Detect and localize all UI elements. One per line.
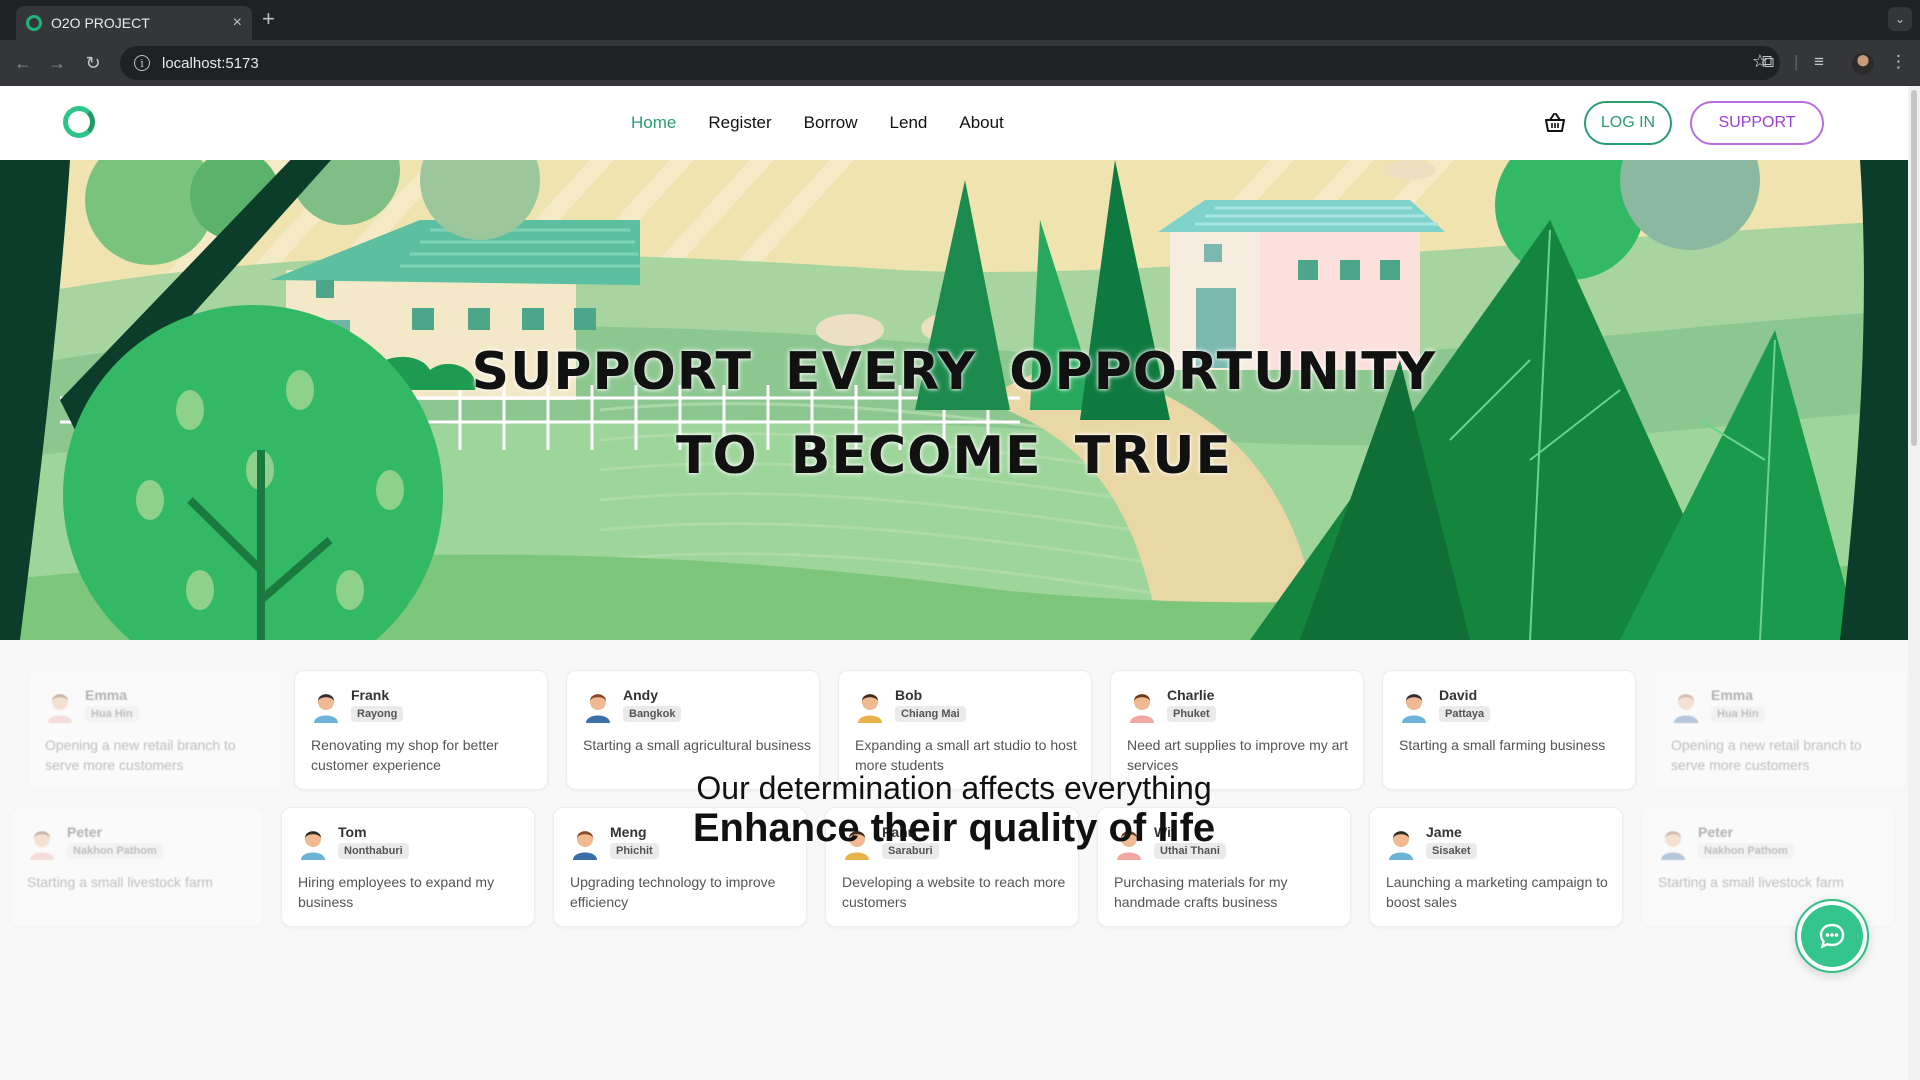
scrollbar-thumb[interactable] xyxy=(1911,90,1917,446)
nav-lend[interactable]: Lend xyxy=(890,113,928,133)
borrower-location-badge: Hua Hin xyxy=(1711,706,1765,722)
nav-home[interactable]: Home xyxy=(631,113,676,133)
person-avatar-icon xyxy=(586,694,610,723)
borrower-location-badge: Pattaya xyxy=(1439,706,1491,722)
borrower-purpose: Launching a marketing campaign to boost … xyxy=(1386,874,1608,910)
borrower-purpose: Upgrading technology to improve efficien… xyxy=(570,874,776,910)
borrower-name: Andy xyxy=(623,687,658,703)
borrower-name: David xyxy=(1439,687,1478,703)
tab-search-chevron-icon[interactable]: ⌄ xyxy=(1888,7,1912,31)
address-bar[interactable]: i localhost:5173 ☆ xyxy=(120,46,1780,80)
person-avatar-icon xyxy=(48,694,72,723)
profile-avatar[interactable] xyxy=(1852,53,1874,75)
borrower-purpose: Developing a website to reach more custo… xyxy=(842,874,1066,910)
tab-close-icon[interactable]: × xyxy=(233,14,242,32)
borrower-purpose: Purchasing materials for my handmade cra… xyxy=(1114,874,1288,910)
browser-tab-strip: O2O PROJECT × + ⌄ xyxy=(0,0,1920,40)
borrower-name: Frank xyxy=(351,687,390,703)
page-scrollbar[interactable] xyxy=(1908,86,1920,1080)
hero-line-1: SUPPORT EVERY OPPORTUNITY xyxy=(471,342,1437,402)
borrower-location-badge: Rayong xyxy=(351,706,404,722)
person-avatar-icon xyxy=(1130,694,1154,723)
support-button[interactable]: SUPPORT xyxy=(1690,101,1824,145)
borrower-name: Emma xyxy=(1711,687,1754,703)
extensions-icon[interactable]: ⧉ xyxy=(1762,52,1774,72)
basket-icon[interactable] xyxy=(1544,113,1566,133)
hero-banner: SUPPORT EVERY OPPORTUNITY TO BECOME TRUE xyxy=(0,160,1908,640)
borrower-purpose: Starting a small farming business xyxy=(1399,737,1606,753)
borrower-location-badge: Bangkok xyxy=(623,706,682,722)
chat-button[interactable] xyxy=(1795,899,1869,973)
site-logo-icon[interactable] xyxy=(63,106,95,138)
tagline-quality-of-life: Enhance their quality of life xyxy=(692,806,1216,850)
login-button[interactable]: LOG IN xyxy=(1584,101,1672,145)
browser-menu-icon[interactable]: ⋮ xyxy=(1890,52,1907,72)
person-avatar-icon xyxy=(314,694,338,723)
browser-toolbar: ← → ↻ i localhost:5173 ☆ ⧉ | ≡ ⋮ xyxy=(0,40,1920,86)
person-avatar-icon xyxy=(858,694,882,723)
borrower-location-badge: Hua Hin xyxy=(85,706,139,722)
hero-headline: SUPPORT EVERY OPPORTUNITY TO BECOME TRUE xyxy=(0,330,1908,498)
borrower-name: Bob xyxy=(895,687,923,703)
url-text: localhost:5173 xyxy=(162,54,259,72)
browser-tab[interactable]: O2O PROJECT × xyxy=(16,6,252,40)
borrower-location-badge: Chiang Mai xyxy=(895,706,966,722)
borrower-purpose: Need art supplies to improve my art serv… xyxy=(1127,737,1348,773)
media-control-icon[interactable]: ≡ xyxy=(1814,52,1824,72)
hero-line-2: TO BECOME TRUE xyxy=(676,426,1232,486)
borrower-purpose: Starting a small livestock farm xyxy=(27,874,213,890)
borrower-purpose: Starting a small agricultural business xyxy=(583,737,811,753)
site-info-icon[interactable]: i xyxy=(134,55,150,71)
borrower-purpose: Opening a new retail branch to serve mor… xyxy=(45,737,236,773)
chat-bubble-icon xyxy=(1801,905,1863,967)
nav-about[interactable]: About xyxy=(959,113,1003,133)
borrower-purpose: Hiring employees to expand my business xyxy=(298,874,495,910)
borrower-purpose: Starting a small livestock farm xyxy=(1658,874,1844,890)
back-arrow-icon[interactable]: ← xyxy=(10,50,36,76)
main-nav: Home Register Borrow Lend About xyxy=(631,86,1004,160)
borrower-cards-section: Emma Hua Hin Opening a new retail branch t… xyxy=(0,640,1908,1080)
new-tab-button[interactable]: + xyxy=(262,6,275,32)
toolbar-divider: | xyxy=(1794,52,1799,71)
tab-title: O2O PROJECT xyxy=(51,15,150,31)
tagline-determination: Our determination affects everything xyxy=(696,770,1212,806)
borrower-location-badge: Phuket xyxy=(1167,706,1216,722)
forward-arrow-icon[interactable]: → xyxy=(44,50,70,76)
person-avatar-icon xyxy=(1674,694,1698,723)
nav-register[interactable]: Register xyxy=(708,113,771,133)
borrower-name: Emma xyxy=(85,687,128,703)
favicon-icon xyxy=(26,15,42,31)
reload-icon[interactable]: ↻ xyxy=(80,50,106,76)
borrower-purpose: Renovating my shop for better customer e… xyxy=(311,737,499,773)
borrower-purpose: Expanding a small art studio to host mor… xyxy=(855,737,1077,773)
borrower-name: Charlie xyxy=(1167,687,1215,703)
borrower-purpose: Opening a new retail branch to serve mor… xyxy=(1671,737,1862,773)
site-navbar: Home Register Borrow Lend About LOG IN S… xyxy=(0,86,1908,160)
person-avatar-icon xyxy=(1402,694,1426,723)
nav-borrow[interactable]: Borrow xyxy=(804,113,858,133)
